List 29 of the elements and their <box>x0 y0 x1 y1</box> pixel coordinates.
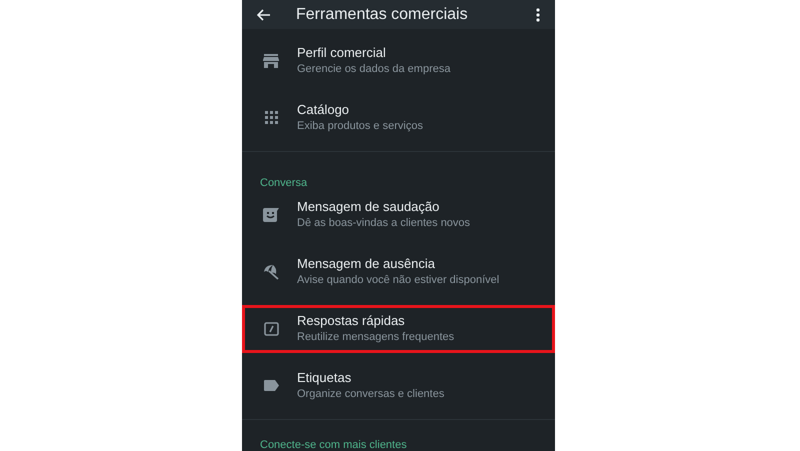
menu-item[interactable]: Perfil comercial Gerencie os dados da empresa <box>242 36 555 84</box>
item-title: Etiquetas <box>297 369 352 386</box>
item-title: Mensagem de ausência <box>297 255 436 272</box>
section-header: Conecte-se com mais clientes <box>260 439 407 451</box>
back-button[interactable] <box>256 6 272 22</box>
item-subtitle: Exiba produtos e serviços <box>297 119 423 134</box>
item-subtitle: Gerencie os dados da empresa <box>297 62 450 77</box>
menu-item[interactable]: Respostas rápidas Reutilize mensagens frequentes <box>242 304 555 352</box>
item-subtitle: Reutilize mensagens frequentes <box>297 330 454 345</box>
smiley-card-icon <box>263 208 279 222</box>
store-icon <box>263 54 279 68</box>
item-subtitle: Dê as boas-vindas a clientes novos <box>297 216 470 231</box>
item-title: Mensagem de saudação <box>297 198 440 215</box>
slash-square-icon <box>264 322 278 336</box>
item-subtitle: Avise quando você não estiver disponível <box>297 273 500 288</box>
menu-item[interactable]: Mensagem de saudação Dê as boas-vindas a clientes novos <box>242 190 555 238</box>
tag-icon <box>264 380 278 391</box>
menu-item[interactable]: Catálogo Exiba produtos e serviços <box>242 94 555 142</box>
item-title: Perfil comercial <box>297 44 387 61</box>
screen-title: Ferramentas comerciais <box>296 4 469 24</box>
item-title: Respostas rápidas <box>297 312 406 329</box>
menu-item[interactable]: Etiquetas Organize conversas e clientes <box>242 362 555 410</box>
item-title: Catálogo <box>297 101 350 118</box>
umbrella-icon <box>263 264 279 280</box>
item-subtitle: Organize conversas e clientes <box>297 387 444 402</box>
menu-item[interactable]: Mensagem de ausência Avise quando você não estiver disponível <box>242 248 555 296</box>
more-options-button[interactable] <box>535 6 541 22</box>
section-header: Conversa <box>260 177 308 189</box>
grid-icon <box>264 111 278 124</box>
